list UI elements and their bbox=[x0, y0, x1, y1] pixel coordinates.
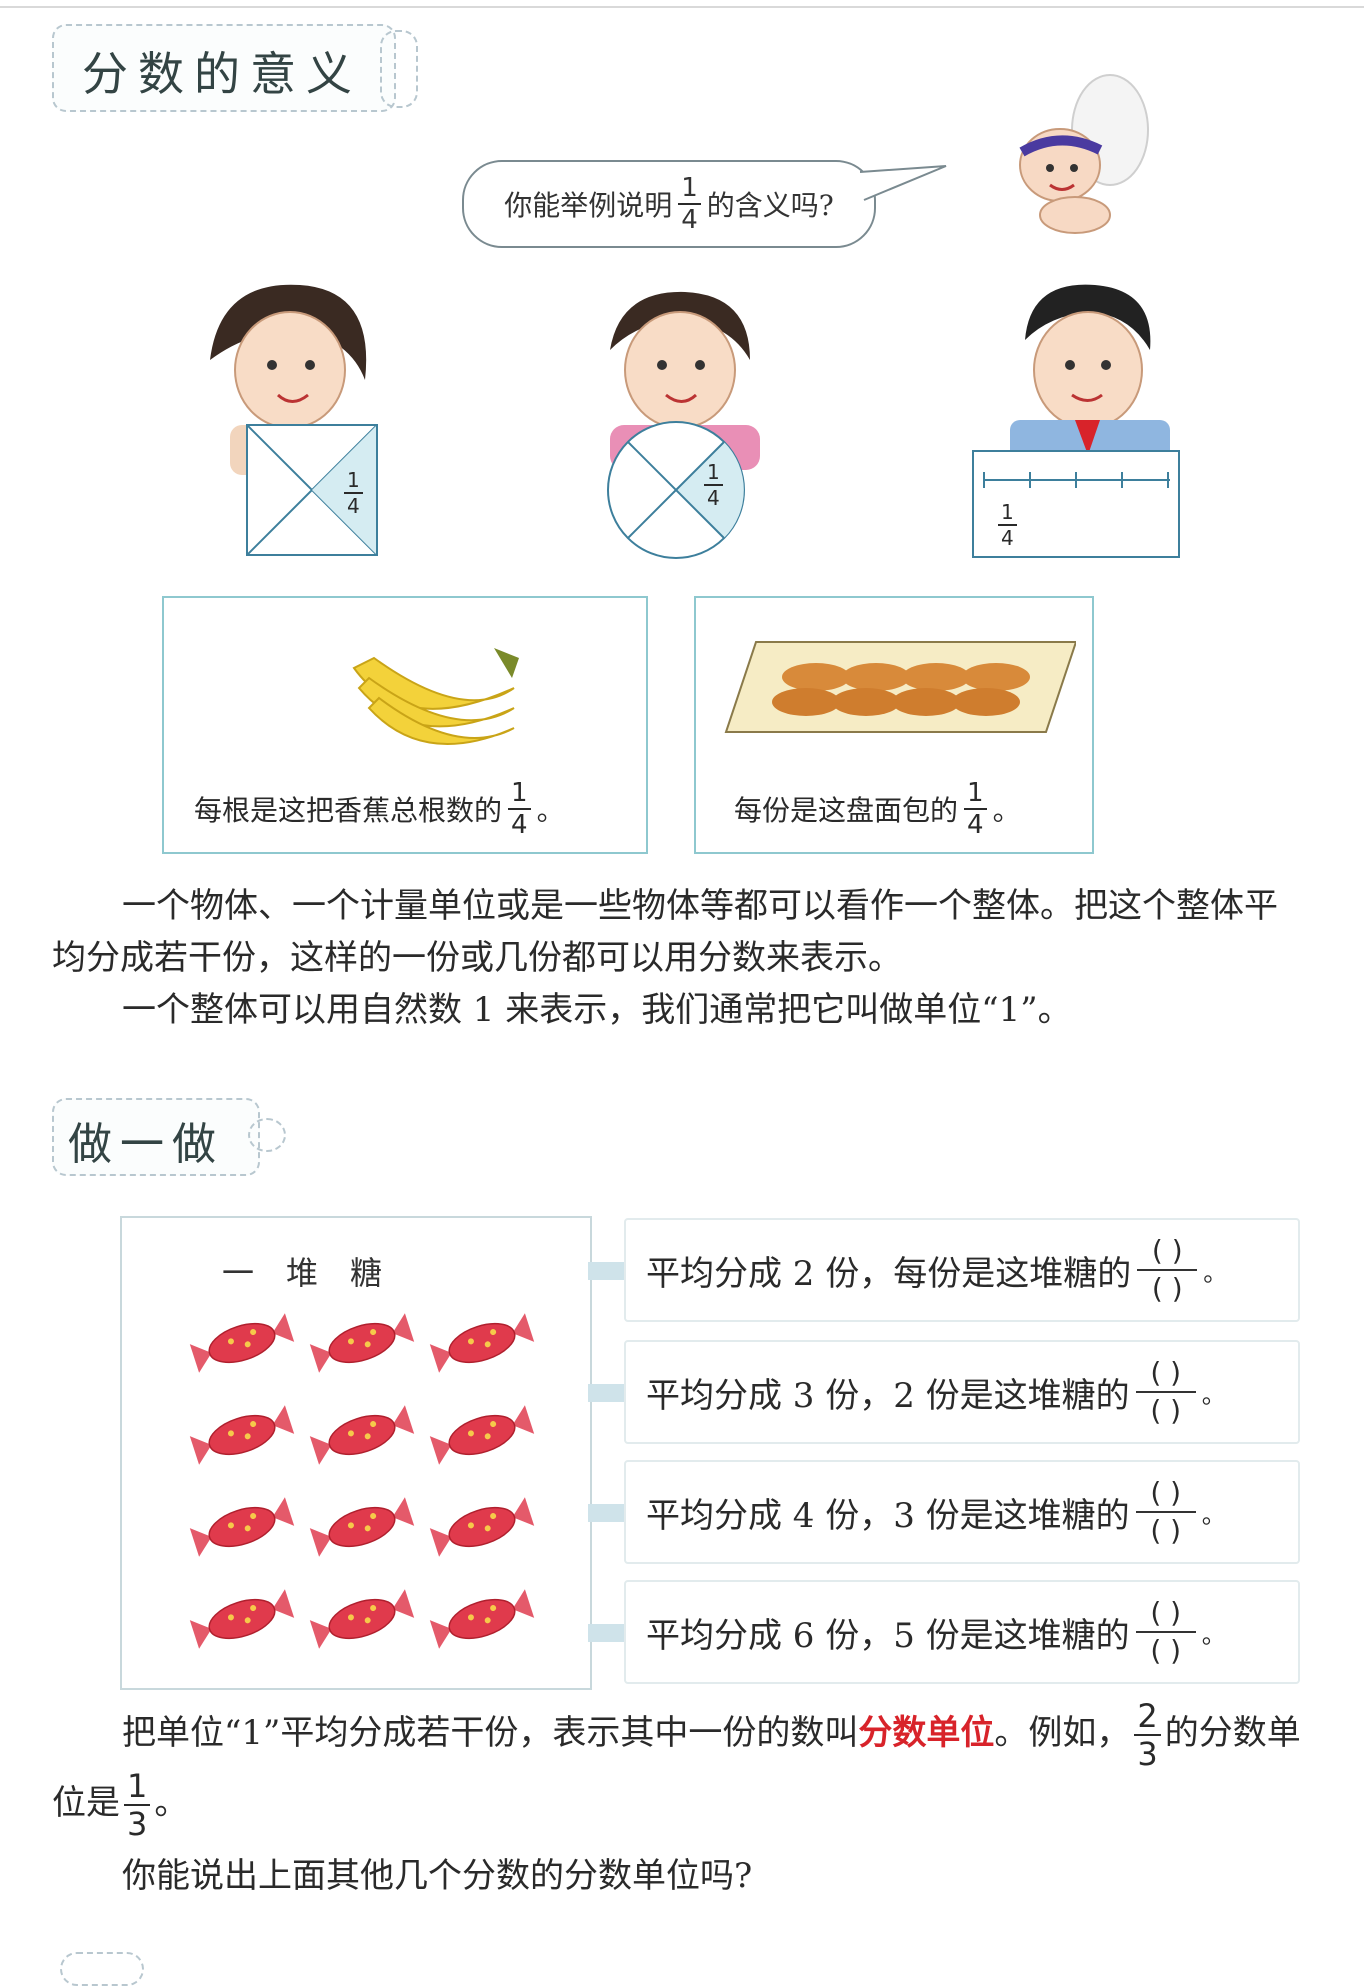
fraction-blank[interactable]: ( )( ) bbox=[1137, 1237, 1198, 1303]
speech-fraction: 1 4 bbox=[678, 175, 701, 233]
example-fraction: 23 bbox=[1134, 1700, 1161, 1770]
candy-icon bbox=[309, 1589, 415, 1649]
fraction-blank[interactable]: ( )( ) bbox=[1135, 1359, 1196, 1425]
candy-icon bbox=[189, 1497, 295, 1557]
fraction-unit-paragraph: 把单位“1”平均分成若干份，表示其中一份的数叫分数单位。例如， 2 3 的分数单位是 1… bbox=[52, 1697, 1301, 1843]
angel-illustration bbox=[1019, 74, 1149, 234]
banana-panel: 每根是这把香蕉总根数的 14 。 bbox=[162, 596, 648, 854]
speech-bubble: 你能举例说明 1 4 的含义吗? bbox=[462, 160, 876, 248]
connector-4 bbox=[588, 1624, 624, 1642]
bread-tray-illustration bbox=[724, 641, 1076, 733]
bottom-cloud-icon bbox=[60, 1952, 144, 1986]
candy-icon bbox=[309, 1405, 415, 1465]
ruler-board: 14 bbox=[972, 450, 1180, 558]
candy-icon bbox=[429, 1405, 535, 1465]
question-text: 你能说出上面其他几个分数的分数单位吗? bbox=[122, 1856, 753, 1896]
speech-text-after: 的含义吗? bbox=[706, 189, 834, 222]
speech-tail bbox=[860, 165, 947, 201]
speech-text-before: 你能举例说明 bbox=[504, 189, 673, 222]
circle-shape bbox=[607, 421, 745, 559]
exercise-text: 平均分成 6 份，5 份是这堆糖的 bbox=[646, 1615, 1130, 1656]
candy-icon bbox=[189, 1313, 295, 1373]
square-shape: 14 bbox=[246, 424, 378, 556]
paragraph-whole: 一个物体、一个计量单位或是一些物体等都可以看作一个整体。把这个整体平均分成若干份… bbox=[52, 886, 1278, 978]
exercise-row-3: 平均分成 4 份，3 份是这堆糖的 ( )( ) 。 bbox=[624, 1460, 1300, 1564]
bread-caption: 每份是这盘面包的 14 。 bbox=[734, 778, 1021, 840]
boy-with-ruler-illustration bbox=[1010, 284, 1170, 470]
candy-icon bbox=[429, 1497, 535, 1557]
candy-icon bbox=[189, 1405, 295, 1465]
candy-icon bbox=[429, 1313, 535, 1373]
ruler-fraction: 14 bbox=[998, 502, 1017, 548]
cloud-icon bbox=[248, 1118, 286, 1152]
fraction-unit-term: 分数单位 bbox=[858, 1713, 995, 1753]
top-divider bbox=[0, 6, 1364, 8]
paragraph-unit-one: 一个整体可以用自然数 1 来表示，我们通常把它叫做单位“1”。 bbox=[122, 990, 1072, 1030]
banana-fraction: 14 bbox=[508, 780, 531, 838]
candy-panel: 一 堆 糖 bbox=[120, 1216, 592, 1690]
banana-caption: 每根是这把香蕉总根数的 14 。 bbox=[194, 778, 565, 840]
exercise-row-4: 平均分成 6 份，5 份是这堆糖的 ( )( ) 。 bbox=[624, 1580, 1300, 1684]
candy-icon bbox=[309, 1497, 415, 1557]
practice-title-tag: 做一做 bbox=[52, 1098, 260, 1176]
fraction-blank[interactable]: ( )( ) bbox=[1135, 1599, 1196, 1665]
connector-1 bbox=[588, 1262, 624, 1280]
connector-3 bbox=[588, 1504, 624, 1522]
exercise-text: 平均分成 3 份，2 份是这堆糖的 bbox=[646, 1375, 1130, 1416]
practice-title: 做一做 bbox=[68, 1119, 224, 1170]
fraction-blank[interactable]: ( )( ) bbox=[1135, 1479, 1196, 1545]
section-title-tag: 分数的意义 bbox=[52, 24, 396, 112]
exercise-row-2: 平均分成 3 份，2 份是这堆糖的 ( )( ) 。 bbox=[624, 1340, 1300, 1444]
exercise-row-1: 平均分成 2 份，每份是这堆糖的 ( )( ) 。 bbox=[624, 1218, 1300, 1322]
exercise-text: 平均分成 2 份，每份是这堆糖的 bbox=[646, 1253, 1132, 1294]
banana-illustration bbox=[352, 648, 519, 745]
candy-icon bbox=[189, 1589, 295, 1649]
candy-icons bbox=[189, 1313, 535, 1649]
unit-fraction: 13 bbox=[124, 1770, 151, 1840]
scroll-roll-icon bbox=[380, 30, 418, 108]
candy-icon bbox=[309, 1313, 415, 1373]
square-fraction: 14 bbox=[344, 470, 363, 516]
section-title: 分数的意义 bbox=[82, 47, 362, 101]
bread-fraction: 14 bbox=[964, 780, 987, 838]
exercise-text: 平均分成 4 份，3 份是这堆糖的 bbox=[646, 1495, 1130, 1536]
candy-grid-illustration bbox=[189, 1313, 535, 1649]
candy-title: 一 堆 糖 bbox=[222, 1254, 383, 1292]
bread-panel: 每份是这盘面包的 14 。 bbox=[694, 596, 1094, 854]
connector-2 bbox=[588, 1384, 624, 1402]
circle-fraction: 14 bbox=[704, 462, 723, 508]
candy-icon bbox=[429, 1589, 535, 1649]
